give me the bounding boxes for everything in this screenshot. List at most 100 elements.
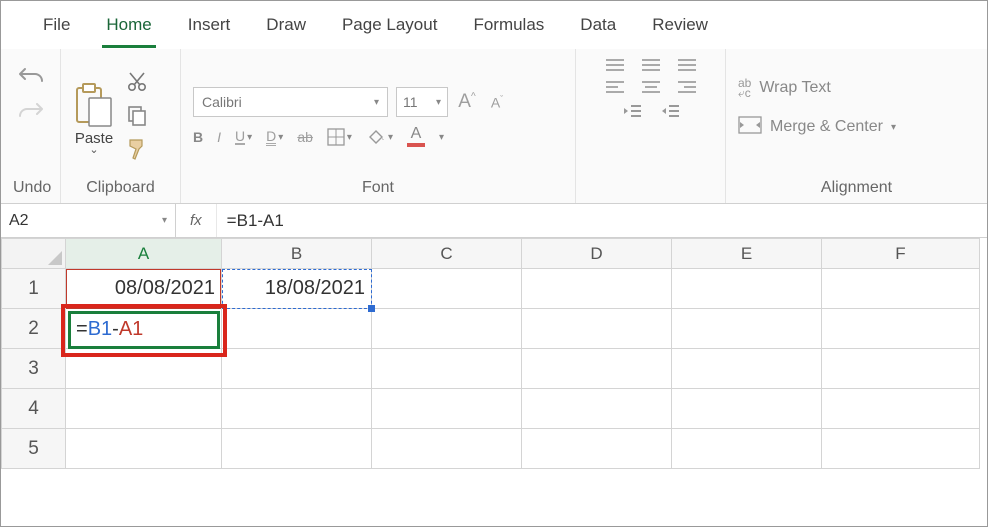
wrap-text-button[interactable]: ab⤶c Wrap Text bbox=[738, 78, 831, 98]
align-center-icon[interactable] bbox=[642, 81, 660, 93]
cell-F3[interactable] bbox=[822, 349, 980, 389]
group-alignment: ab⤶c Wrap Text Merge & Center ▾ Alignmen… bbox=[726, 49, 987, 203]
cell-D1[interactable] bbox=[522, 269, 672, 309]
cell-B4[interactable] bbox=[222, 389, 372, 429]
cell-B3[interactable] bbox=[222, 349, 372, 389]
cell-A3[interactable] bbox=[66, 349, 222, 389]
redo-icon[interactable] bbox=[17, 100, 45, 123]
align-top-icon[interactable] bbox=[606, 59, 624, 71]
chevron-down-icon: ▾ bbox=[891, 122, 896, 133]
group-label-alignment: Alignment bbox=[738, 175, 975, 199]
chevron-down-icon: ▾ bbox=[439, 132, 444, 143]
font-color-button[interactable]: A bbox=[407, 127, 425, 147]
formula-input[interactable]: =B1-A1 bbox=[217, 211, 987, 231]
col-header-E[interactable]: E bbox=[672, 239, 822, 269]
paste-button[interactable]: Paste ⌄ bbox=[73, 82, 115, 153]
cell-A1[interactable]: 08/08/2021 bbox=[66, 269, 222, 309]
cell-F5[interactable] bbox=[822, 429, 980, 469]
align-right-icon[interactable] bbox=[678, 81, 696, 93]
formula-bar: A2 ▾ fx =B1-A1 bbox=[1, 204, 987, 238]
tab-insert[interactable]: Insert bbox=[184, 9, 235, 48]
col-header-D[interactable]: D bbox=[522, 239, 672, 269]
tab-page-layout[interactable]: Page Layout bbox=[338, 9, 441, 48]
group-label-undo: Undo bbox=[13, 175, 48, 199]
underline-button[interactable]: U ▾ bbox=[235, 129, 252, 145]
fx-icon[interactable]: fx bbox=[176, 204, 217, 237]
font-name-value: Calibri bbox=[202, 94, 242, 110]
cell-A4[interactable] bbox=[66, 389, 222, 429]
cell-D3[interactable] bbox=[522, 349, 672, 389]
tab-data[interactable]: Data bbox=[576, 9, 620, 48]
row-header-3[interactable]: 3 bbox=[2, 349, 66, 389]
format-painter-icon[interactable] bbox=[125, 137, 149, 164]
paste-dropdown-icon[interactable]: ⌄ bbox=[89, 147, 98, 153]
bold-button[interactable]: B bbox=[193, 129, 203, 145]
cell-F4[interactable] bbox=[822, 389, 980, 429]
tab-home[interactable]: Home bbox=[102, 9, 155, 48]
cell-E4[interactable] bbox=[672, 389, 822, 429]
name-box-value: A2 bbox=[9, 212, 29, 230]
chevron-down-icon: ▾ bbox=[247, 132, 252, 143]
double-underline-button[interactable]: D ▾ bbox=[266, 129, 283, 146]
row-header-4[interactable]: 4 bbox=[2, 389, 66, 429]
align-bottom-icon[interactable] bbox=[678, 59, 696, 71]
tab-formulas[interactable]: Formulas bbox=[469, 9, 548, 48]
italic-button[interactable]: I bbox=[217, 129, 221, 145]
font-size-select[interactable]: 11 ▾ bbox=[396, 87, 448, 117]
cell-B5[interactable] bbox=[222, 429, 372, 469]
cell-C4[interactable] bbox=[372, 389, 522, 429]
tab-file[interactable]: File bbox=[39, 9, 74, 48]
ribbon-tabs: File Home Insert Draw Page Layout Formul… bbox=[1, 1, 987, 49]
group-alignment-icons: . bbox=[576, 49, 726, 203]
merge-center-label: Merge & Center bbox=[770, 118, 883, 136]
col-header-A[interactable]: A bbox=[66, 239, 222, 269]
merge-center-button[interactable]: Merge & Center ▾ bbox=[738, 116, 896, 139]
align-left-icon[interactable] bbox=[606, 81, 624, 93]
borders-button[interactable]: ▾ bbox=[327, 128, 352, 146]
cell-E1[interactable] bbox=[672, 269, 822, 309]
row-header-1[interactable]: 1 bbox=[2, 269, 66, 309]
cell-E5[interactable] bbox=[672, 429, 822, 469]
undo-icon[interactable] bbox=[17, 65, 45, 88]
cell-F1[interactable] bbox=[822, 269, 980, 309]
cell-C1[interactable] bbox=[372, 269, 522, 309]
cell-A2-formula-display: =B1-A1 bbox=[76, 318, 143, 341]
cell-F2[interactable] bbox=[822, 309, 980, 349]
cell-D4[interactable] bbox=[522, 389, 672, 429]
cut-icon[interactable] bbox=[126, 71, 148, 96]
cell-B2[interactable] bbox=[222, 309, 372, 349]
col-header-F[interactable]: F bbox=[822, 239, 980, 269]
cell-C5[interactable] bbox=[372, 429, 522, 469]
font-name-select[interactable]: Calibri ▾ bbox=[193, 87, 388, 117]
tab-review[interactable]: Review bbox=[648, 9, 712, 48]
strike-button[interactable]: ab bbox=[297, 129, 313, 145]
row-header-2[interactable]: 2 bbox=[2, 309, 66, 349]
increase-font-icon[interactable]: A^ bbox=[456, 91, 478, 113]
chevron-down-icon: ▾ bbox=[278, 132, 283, 143]
row-header-5[interactable]: 5 bbox=[2, 429, 66, 469]
align-middle-icon[interactable] bbox=[642, 59, 660, 71]
cell-C3[interactable] bbox=[372, 349, 522, 389]
col-header-C[interactable]: C bbox=[372, 239, 522, 269]
copy-icon[interactable] bbox=[126, 104, 148, 129]
chevron-down-icon: ▾ bbox=[162, 215, 167, 226]
tab-draw[interactable]: Draw bbox=[262, 9, 310, 48]
worksheet: A B C D E F 1 08/08/2021 18/08/2021 2 3 bbox=[1, 238, 987, 469]
grid[interactable]: A B C D E F 1 08/08/2021 18/08/2021 2 3 bbox=[1, 238, 980, 469]
cell-C2[interactable] bbox=[372, 309, 522, 349]
cell-D5[interactable] bbox=[522, 429, 672, 469]
cell-D2[interactable] bbox=[522, 309, 672, 349]
cell-E3[interactable] bbox=[672, 349, 822, 389]
decrease-font-icon[interactable]: Aˇ bbox=[486, 94, 508, 111]
cell-A5[interactable] bbox=[66, 429, 222, 469]
wrap-text-label: Wrap Text bbox=[759, 79, 830, 97]
group-font: Calibri ▾ 11 ▾ A^ Aˇ B I U ▾ D ▾ ab ▾ bbox=[181, 49, 576, 203]
cell-B1[interactable]: 18/08/2021 bbox=[222, 269, 372, 309]
decrease-indent-icon[interactable] bbox=[622, 103, 642, 122]
wrap-text-icon: ab⤶c bbox=[738, 78, 751, 98]
fill-color-button[interactable]: ▾ bbox=[366, 128, 393, 146]
name-box[interactable]: A2 ▾ bbox=[1, 204, 176, 237]
cell-E2[interactable] bbox=[672, 309, 822, 349]
increase-indent-icon[interactable] bbox=[660, 103, 680, 122]
col-header-B[interactable]: B bbox=[222, 239, 372, 269]
